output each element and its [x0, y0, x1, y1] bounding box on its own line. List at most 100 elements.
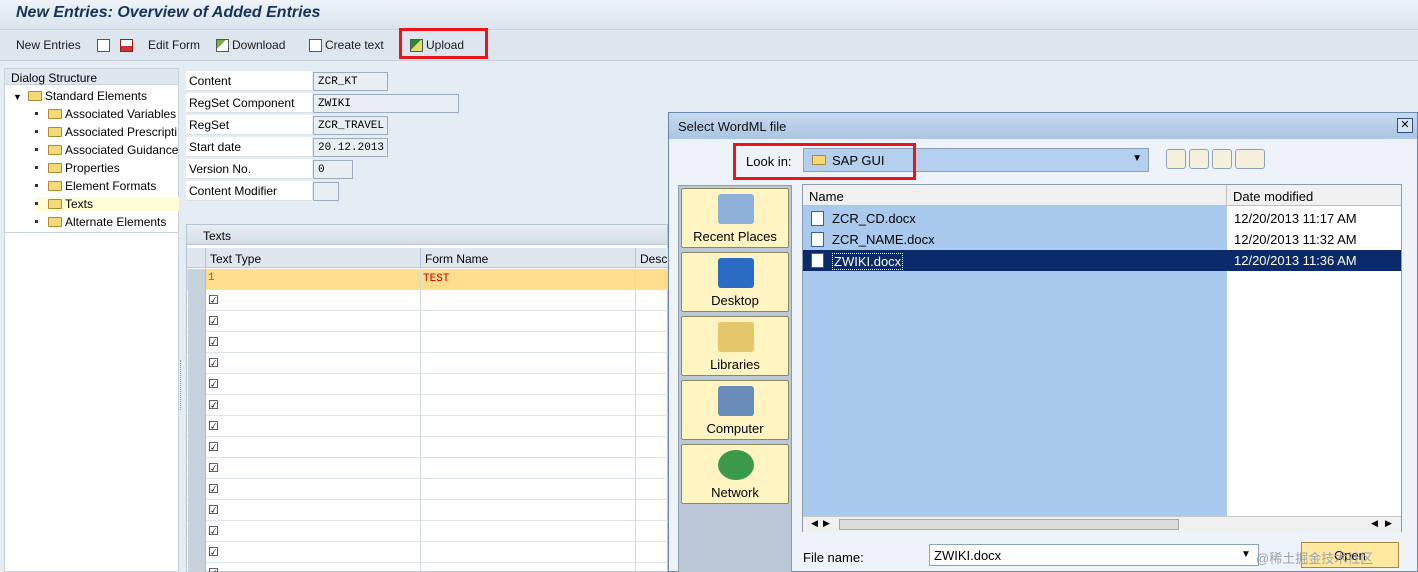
form-name-cell[interactable] — [421, 542, 636, 563]
table-row[interactable]: ☑ — [187, 374, 669, 395]
table-row[interactable]: ☑ — [187, 395, 669, 416]
checkbox-icon[interactable]: ☑ — [206, 311, 421, 332]
scroll-right-icon[interactable]: ▶ — [823, 518, 830, 529]
form-name-cell[interactable] — [421, 458, 636, 479]
form-name-cell[interactable] — [421, 563, 636, 572]
tree-item-associated-variables[interactable]: Associated Variables — [35, 107, 176, 121]
checkbox-icon[interactable]: ☑ — [206, 290, 421, 311]
column-form-name[interactable]: Form Name — [421, 248, 636, 268]
table-row[interactable]: ☑ — [187, 542, 669, 563]
row-selector[interactable] — [188, 353, 206, 374]
table-row[interactable]: ☑ — [187, 416, 669, 437]
tree-item-properties[interactable]: Properties — [35, 161, 120, 175]
table-row[interactable]: ☑ — [187, 563, 669, 572]
tree-item-element-formats[interactable]: Element Formats — [35, 179, 156, 193]
table-row[interactable]: ☑ — [187, 437, 669, 458]
column-date-modified[interactable]: Date modified — [1227, 185, 1401, 206]
table-row[interactable]: ☑ — [187, 332, 669, 353]
form-name-cell[interactable] — [421, 437, 636, 458]
checkbox-icon[interactable]: ☑ — [206, 374, 421, 395]
place-libraries[interactable]: Libraries — [681, 316, 789, 376]
file-row[interactable]: ZCR_NAME.docx 12/20/2013 11:32 AM — [803, 229, 1401, 250]
new-folder-icon[interactable] — [1212, 149, 1232, 169]
column-description[interactable]: Descr — [636, 248, 671, 268]
checkbox-icon[interactable]: ☑ — [206, 437, 421, 458]
table-row[interactable]: 1 TEST — [187, 269, 669, 290]
scroll-thumb[interactable] — [839, 519, 1179, 530]
edit-form-button[interactable]: Edit Form — [148, 38, 200, 52]
form-name-cell[interactable] — [421, 353, 636, 374]
checkbox-icon[interactable]: ☑ — [206, 521, 421, 542]
checkbox-icon[interactable]: ☑ — [206, 479, 421, 500]
expand-triangle-icon[interactable]: ▼ — [13, 92, 22, 102]
copy-icon[interactable] — [97, 39, 110, 52]
file-name-input[interactable]: ZWIKI.docx — [929, 544, 1259, 566]
row-selector[interactable] — [188, 374, 206, 395]
form-name-cell[interactable] — [421, 395, 636, 416]
row-selector[interactable] — [188, 521, 206, 542]
chevron-down-icon[interactable]: ▼ — [1132, 153, 1142, 164]
form-name-cell[interactable] — [421, 374, 636, 395]
tree-item-associated-prescriptions[interactable]: Associated Prescripti — [35, 125, 177, 139]
table-row[interactable]: ☑ — [187, 311, 669, 332]
row-selector[interactable] — [188, 458, 206, 479]
form-name-cell[interactable] — [421, 311, 636, 332]
form-name-cell[interactable] — [421, 290, 636, 311]
checkbox-icon[interactable]: ☑ — [206, 416, 421, 437]
place-desktop[interactable]: Desktop — [681, 252, 789, 312]
form-name-cell[interactable] — [421, 500, 636, 521]
column-name[interactable]: Name — [803, 185, 1227, 206]
place-recent-places[interactable]: Recent Places — [681, 188, 789, 248]
file-row-selected[interactable]: ZWIKI.docx 12/20/2013 11:36 AM — [803, 250, 1401, 271]
scroll-left-icon[interactable]: ◀ — [1371, 518, 1378, 529]
row-selector[interactable] — [188, 269, 206, 290]
row-selector[interactable] — [188, 332, 206, 353]
scroll-left-icon[interactable]: ◀ — [811, 518, 818, 529]
table-row[interactable]: ☑ — [187, 521, 669, 542]
table-row[interactable]: ☑ — [187, 458, 669, 479]
checkbox-icon[interactable]: ☑ — [206, 542, 421, 563]
tree-item-alternate-elements[interactable]: Alternate Elements — [35, 215, 166, 229]
form-name-cell[interactable] — [421, 332, 636, 353]
checkbox-icon[interactable]: ☑ — [206, 353, 421, 374]
checkbox-icon[interactable]: ☑ — [206, 332, 421, 353]
place-network[interactable]: Network — [681, 444, 789, 504]
table-row[interactable]: ☑ — [187, 500, 669, 521]
back-icon[interactable] — [1166, 149, 1186, 169]
close-icon[interactable]: ✕ — [1397, 118, 1413, 133]
checkbox-icon[interactable]: ☑ — [206, 458, 421, 479]
scroll-right-icon[interactable]: ▶ — [1385, 518, 1392, 529]
row-selector[interactable] — [188, 290, 206, 311]
table-row[interactable]: ☑ — [187, 290, 669, 311]
chevron-down-icon[interactable]: ▼ — [1241, 549, 1251, 560]
horizontal-scrollbar[interactable]: ◀ ▶ ◀ ▶ — [803, 516, 1401, 532]
row-selector[interactable] — [188, 311, 206, 332]
table-row[interactable]: ☑ — [187, 353, 669, 374]
view-menu-icon[interactable] — [1235, 149, 1265, 169]
tree-root[interactable]: ▼ Standard Elements — [13, 89, 147, 103]
tree-item-associated-guidance[interactable]: Associated Guidance — [35, 143, 178, 157]
splitter-handle[interactable] — [180, 360, 183, 410]
row-selector[interactable] — [188, 395, 206, 416]
column-text-type[interactable]: Text Type — [206, 248, 421, 268]
file-row[interactable]: ZCR_CD.docx 12/20/2013 11:17 AM — [803, 208, 1401, 229]
delete-icon[interactable] — [120, 39, 133, 52]
form-name-cell[interactable] — [421, 416, 636, 437]
form-name-cell[interactable] — [421, 479, 636, 500]
up-folder-icon[interactable] — [1189, 149, 1209, 169]
row-selector[interactable] — [188, 542, 206, 563]
select-all-header[interactable] — [187, 248, 206, 268]
checkbox-icon[interactable]: ☑ — [206, 395, 421, 416]
row-selector[interactable] — [188, 500, 206, 521]
checkbox-icon[interactable]: ☑ — [206, 563, 421, 572]
checkbox-icon[interactable]: ☑ — [206, 500, 421, 521]
text-type-cell[interactable]: 1 — [206, 269, 421, 290]
form-name-cell[interactable] — [421, 521, 636, 542]
form-name-cell[interactable]: TEST — [421, 269, 636, 290]
create-text-button[interactable]: Create text — [325, 38, 384, 52]
table-row[interactable]: ☑ — [187, 479, 669, 500]
place-computer[interactable]: Computer — [681, 380, 789, 440]
download-button[interactable]: Download — [232, 38, 285, 52]
new-entries-button[interactable]: New Entries — [16, 38, 81, 52]
row-selector[interactable] — [188, 479, 206, 500]
